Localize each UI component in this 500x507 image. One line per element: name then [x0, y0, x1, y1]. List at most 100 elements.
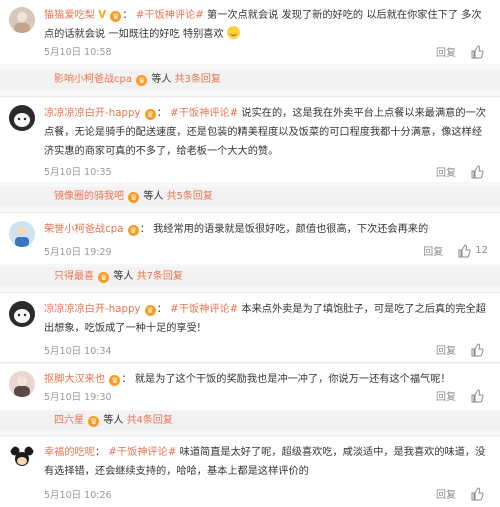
avatar[interactable]: [9, 371, 35, 397]
comment-actions: 回复 12: [423, 243, 488, 258]
divider: [0, 362, 500, 363]
comment-time: 5月10日 10:35: [44, 167, 112, 178]
reply-button[interactable]: 回复: [436, 388, 456, 403]
topic-link[interactable]: #干饭神评论#: [170, 108, 238, 119]
avatar[interactable]: [9, 221, 35, 247]
replies-summary[interactable]: 镜像圈的骑我吧 ♛ 等人 共5条回复: [0, 187, 500, 207]
reply-strip-username[interactable]: 镜像圈的骑我吧: [54, 191, 124, 202]
like-button[interactable]: [470, 44, 488, 59]
comment-item: 凉凉凉凉白开-happy ♛： #干饭神评论# 本来点外卖是为了填饱肚子，可是吃…: [0, 294, 500, 362]
comment-content: 我经常用的语录就是饭很好吃，颜值也很高，下次还会再来的: [153, 224, 429, 235]
comment-text-block: 抠脚大汉来也 ♛： 就是为了这个干饭的奖励我也是冲一冲了，你说万一还有这个福气呢…: [44, 374, 451, 386]
smile-emoji-icon: [226, 26, 240, 39]
fan-badge-icon: ♛: [98, 272, 110, 283]
reply-label: 回复: [436, 168, 456, 179]
reply-strip-username[interactable]: 影响小柯爸战cpa: [54, 74, 132, 85]
comment-item: 抠脚大汉来也 ♛： 就是为了这个干饭的奖励我也是冲一冲了，你说万一还有这个福气呢…: [0, 364, 500, 410]
reply-strip-username[interactable]: 四六星: [54, 415, 84, 426]
reply-strip-username[interactable]: 只得最喜: [54, 271, 94, 282]
thumbs-up-icon: [471, 342, 484, 356]
fan-badge-icon: ♛: [144, 305, 156, 316]
comment-time: 5月10日 10:58: [44, 47, 112, 58]
reply-button[interactable]: 回复: [423, 243, 443, 258]
topic-link[interactable]: #干饭神评论#: [108, 447, 176, 458]
comment-actions: 回复: [436, 388, 488, 403]
divider: [0, 292, 500, 293]
comment-item: 荣誉小柯爸战cpa ♛： 我经常用的语录就是饭很好吃，颜值也很高，下次还会再来的…: [0, 214, 500, 264]
comment-text-block: 猫猫爱吃梨 V ♛： #干饭神评论# 第一次点就会说 发现了新的好吃的 以后就在…: [44, 10, 482, 40]
comment-time: 5月10日 19:30: [44, 392, 112, 403]
reply-strip-middle: 等人: [103, 415, 124, 426]
avatar[interactable]: [9, 7, 35, 33]
thumbs-up-icon: [471, 164, 484, 178]
like-button[interactable]: 12: [457, 243, 488, 258]
comment-text-block: 幸福的吃呢： #干饭神评论# 味道简直是太好了呢，超级喜欢吃，咸淡适中，是我喜欢…: [44, 447, 486, 477]
replies-summary[interactable]: 影响小柯爸战cpa ♛ 等人 共3条回复: [0, 70, 500, 90]
reply-strip-middle: 等人: [143, 191, 164, 202]
verified-icon: V: [98, 10, 107, 21]
comment-actions: 回复: [436, 164, 488, 179]
reply-label: 回复: [436, 490, 456, 501]
reply-button[interactable]: 回复: [436, 486, 456, 501]
reply-strip-more[interactable]: 共5条回复: [167, 191, 213, 202]
comment-username[interactable]: 凉凉凉凉白开-happy: [44, 108, 140, 119]
reply-label: 回复: [436, 346, 456, 357]
avatar[interactable]: [9, 301, 35, 327]
reply-strip-more[interactable]: 共7条回复: [137, 271, 183, 282]
thumbs-up-icon: [471, 486, 484, 500]
reply-button[interactable]: 回复: [436, 342, 456, 357]
comment-actions: 回复: [436, 486, 488, 501]
comment-item: 幸福的吃呢： #干饭神评论# 味道简直是太好了呢，超级喜欢吃，咸淡适中，是我喜欢…: [0, 437, 500, 507]
divider: [0, 96, 500, 97]
avatar[interactable]: [9, 105, 35, 131]
comment-time: 5月10日 19:29: [44, 247, 112, 258]
replies-summary[interactable]: 只得最喜 ♛ 等人 共7条回复: [0, 267, 500, 287]
fan-badge-icon: ♛: [136, 75, 148, 86]
comment-username[interactable]: 猫猫爱吃梨: [44, 10, 95, 21]
comment-item: 凉凉凉凉白开-happy ♛： #干饭神评论# 说实在的，这是我在外卖平台上点餐…: [0, 98, 500, 182]
like-button[interactable]: [470, 342, 488, 357]
reply-label: 回复: [436, 392, 456, 403]
comment-username[interactable]: 幸福的吃呢: [44, 447, 95, 458]
comment-actions: 回复: [436, 44, 488, 59]
comment-username[interactable]: 凉凉凉凉白开-happy: [44, 304, 140, 315]
like-button[interactable]: [470, 486, 488, 501]
reply-button[interactable]: 回复: [436, 164, 456, 179]
divider: [0, 435, 500, 436]
comment-feed: 猫猫爱吃梨 V ♛： #干饭神评论# 第一次点就会说 发现了新的好吃的 以后就在…: [0, 0, 500, 507]
reply-button[interactable]: 回复: [436, 44, 456, 59]
divider: [0, 212, 500, 213]
fan-badge-icon: ♛: [144, 109, 156, 120]
topic-link[interactable]: #干饭神评论#: [136, 10, 204, 21]
reply-label: 回复: [436, 48, 456, 59]
fan-badge-icon: ♛: [109, 375, 121, 386]
thumbs-up-icon: [471, 44, 484, 58]
reply-strip-middle: 等人: [113, 271, 134, 282]
fan-badge-icon: ♛: [127, 225, 139, 236]
thumbs-up-icon: [471, 388, 484, 402]
comment-text-block: 荣誉小柯爸战cpa ♛： 我经常用的语录就是饭很好吃，颜值也很高，下次还会再来的: [44, 224, 429, 236]
comment-time: 5月10日 10:34: [44, 346, 112, 357]
like-count: 12: [475, 245, 488, 256]
fan-badge-icon: ♛: [110, 11, 122, 22]
comment-text-block: 凉凉凉凉白开-happy ♛： #干饭神评论# 本来点外卖是为了填饱肚子，可是吃…: [44, 304, 486, 334]
comment-item: 猫猫爱吃梨 V ♛： #干饭神评论# 第一次点就会说 发现了新的好吃的 以后就在…: [0, 0, 500, 64]
comment-text-block: 凉凉凉凉白开-happy ♛： #干饭神评论# 说实在的，这是我在外卖平台上点餐…: [44, 108, 486, 157]
reply-strip-middle: 等人: [151, 74, 172, 85]
comment-username[interactable]: 抠脚大汉来也: [44, 374, 105, 385]
fan-badge-icon: ♛: [128, 192, 140, 203]
like-button[interactable]: [470, 164, 488, 179]
topic-link[interactable]: #干饭神评论#: [170, 304, 238, 315]
comment-username[interactable]: 荣誉小柯爸战cpa: [44, 224, 123, 235]
fan-badge-icon: ♛: [88, 416, 100, 427]
replies-summary[interactable]: 四六星 ♛ 等人 共4条回复: [0, 411, 500, 431]
comment-actions: 回复: [436, 342, 488, 357]
comment-time: 5月10日 10:26: [44, 490, 112, 501]
reply-strip-more[interactable]: 共4条回复: [127, 415, 173, 426]
avatar[interactable]: [9, 444, 35, 470]
thumbs-up-icon: [458, 243, 471, 257]
like-button[interactable]: [470, 388, 488, 403]
reply-label: 回复: [423, 247, 444, 258]
reply-strip-more[interactable]: 共3条回复: [175, 74, 221, 85]
comment-content: 就是为了这个干饭的奖励我也是冲一冲了，你说万一还有这个福气呢！: [134, 374, 451, 385]
